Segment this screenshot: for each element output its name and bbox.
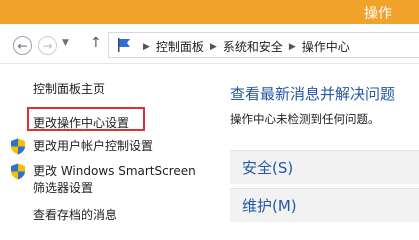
security-section-label: 安全(S) — [242, 159, 294, 177]
change-smartscreen-settings-label: 更改 Windows SmartScreen 筛选器设置 — [33, 163, 196, 197]
maintenance-section-header[interactable]: 维护(M) — [230, 188, 419, 222]
forward-button[interactable]: → — [38, 36, 57, 55]
navigation-bar: ← → ▼ ↑ ▶ 控制面板 ▶ 系统和安全 ▶ 操作中心 — [0, 24, 419, 64]
breadcrumb: ▶ 控制面板 ▶ 系统和安全 ▶ 操作中心 — [137, 38, 350, 55]
breadcrumb-separator-icon[interactable]: ▶ — [289, 42, 296, 52]
status-message: 操作中心未检测到任何问题。 — [230, 112, 380, 126]
address-bar[interactable]: ▶ 控制面板 ▶ 系统和安全 ▶ 操作中心 — [108, 32, 419, 58]
breadcrumb-system-security[interactable]: 系统和安全 — [223, 38, 283, 55]
control-panel-window: 操作 ← → ▼ ↑ ▶ 控制面板 ▶ 系统和安全 ▶ 操作中心 控制面板主页 … — [0, 0, 419, 223]
up-arrow-icon[interactable]: ↑ — [90, 35, 102, 51]
forward-arrow-icon: → — [42, 38, 53, 53]
breadcrumb-separator-icon[interactable]: ▶ — [210, 42, 217, 52]
control-panel-home-link[interactable]: 控制面板主页 — [33, 80, 105, 97]
change-action-center-settings-link[interactable]: 更改操作中心设置 — [33, 114, 129, 131]
smartscreen-label-line2: 筛选器设置 — [33, 181, 94, 195]
control-panel-flag-icon — [116, 37, 132, 57]
view-archived-messages-link[interactable]: 查看存档的消息 — [33, 206, 117, 223]
back-button[interactable]: ← — [13, 36, 32, 55]
change-uac-settings-link[interactable]: 更改用户帐户控制设置 — [10, 138, 153, 155]
breadcrumb-separator-icon[interactable]: ▶ — [143, 42, 150, 52]
page-title: 查看最新消息并解决问题 — [230, 85, 396, 103]
security-section-header[interactable]: 安全(S) — [230, 150, 419, 184]
smartscreen-label-line1: 更改 Windows SmartScreen — [33, 164, 196, 178]
change-smartscreen-settings-link[interactable]: 更改 Windows SmartScreen 筛选器设置 — [10, 163, 196, 197]
breadcrumb-action-center[interactable]: 操作中心 — [302, 38, 350, 55]
title-bar: 操作 — [0, 0, 419, 24]
window-title: 操作 — [364, 6, 392, 22]
back-arrow-icon: ← — [17, 38, 28, 53]
breadcrumb-control-panel[interactable]: 控制面板 — [156, 38, 204, 55]
smartscreen-shield-icon — [11, 163, 25, 180]
uac-shield-icon — [11, 138, 25, 155]
recent-locations-chevron-down-icon[interactable]: ▼ — [62, 38, 69, 48]
change-uac-settings-label: 更改用户帐户控制设置 — [33, 139, 154, 153]
maintenance-section-label: 维护(M) — [242, 197, 297, 215]
